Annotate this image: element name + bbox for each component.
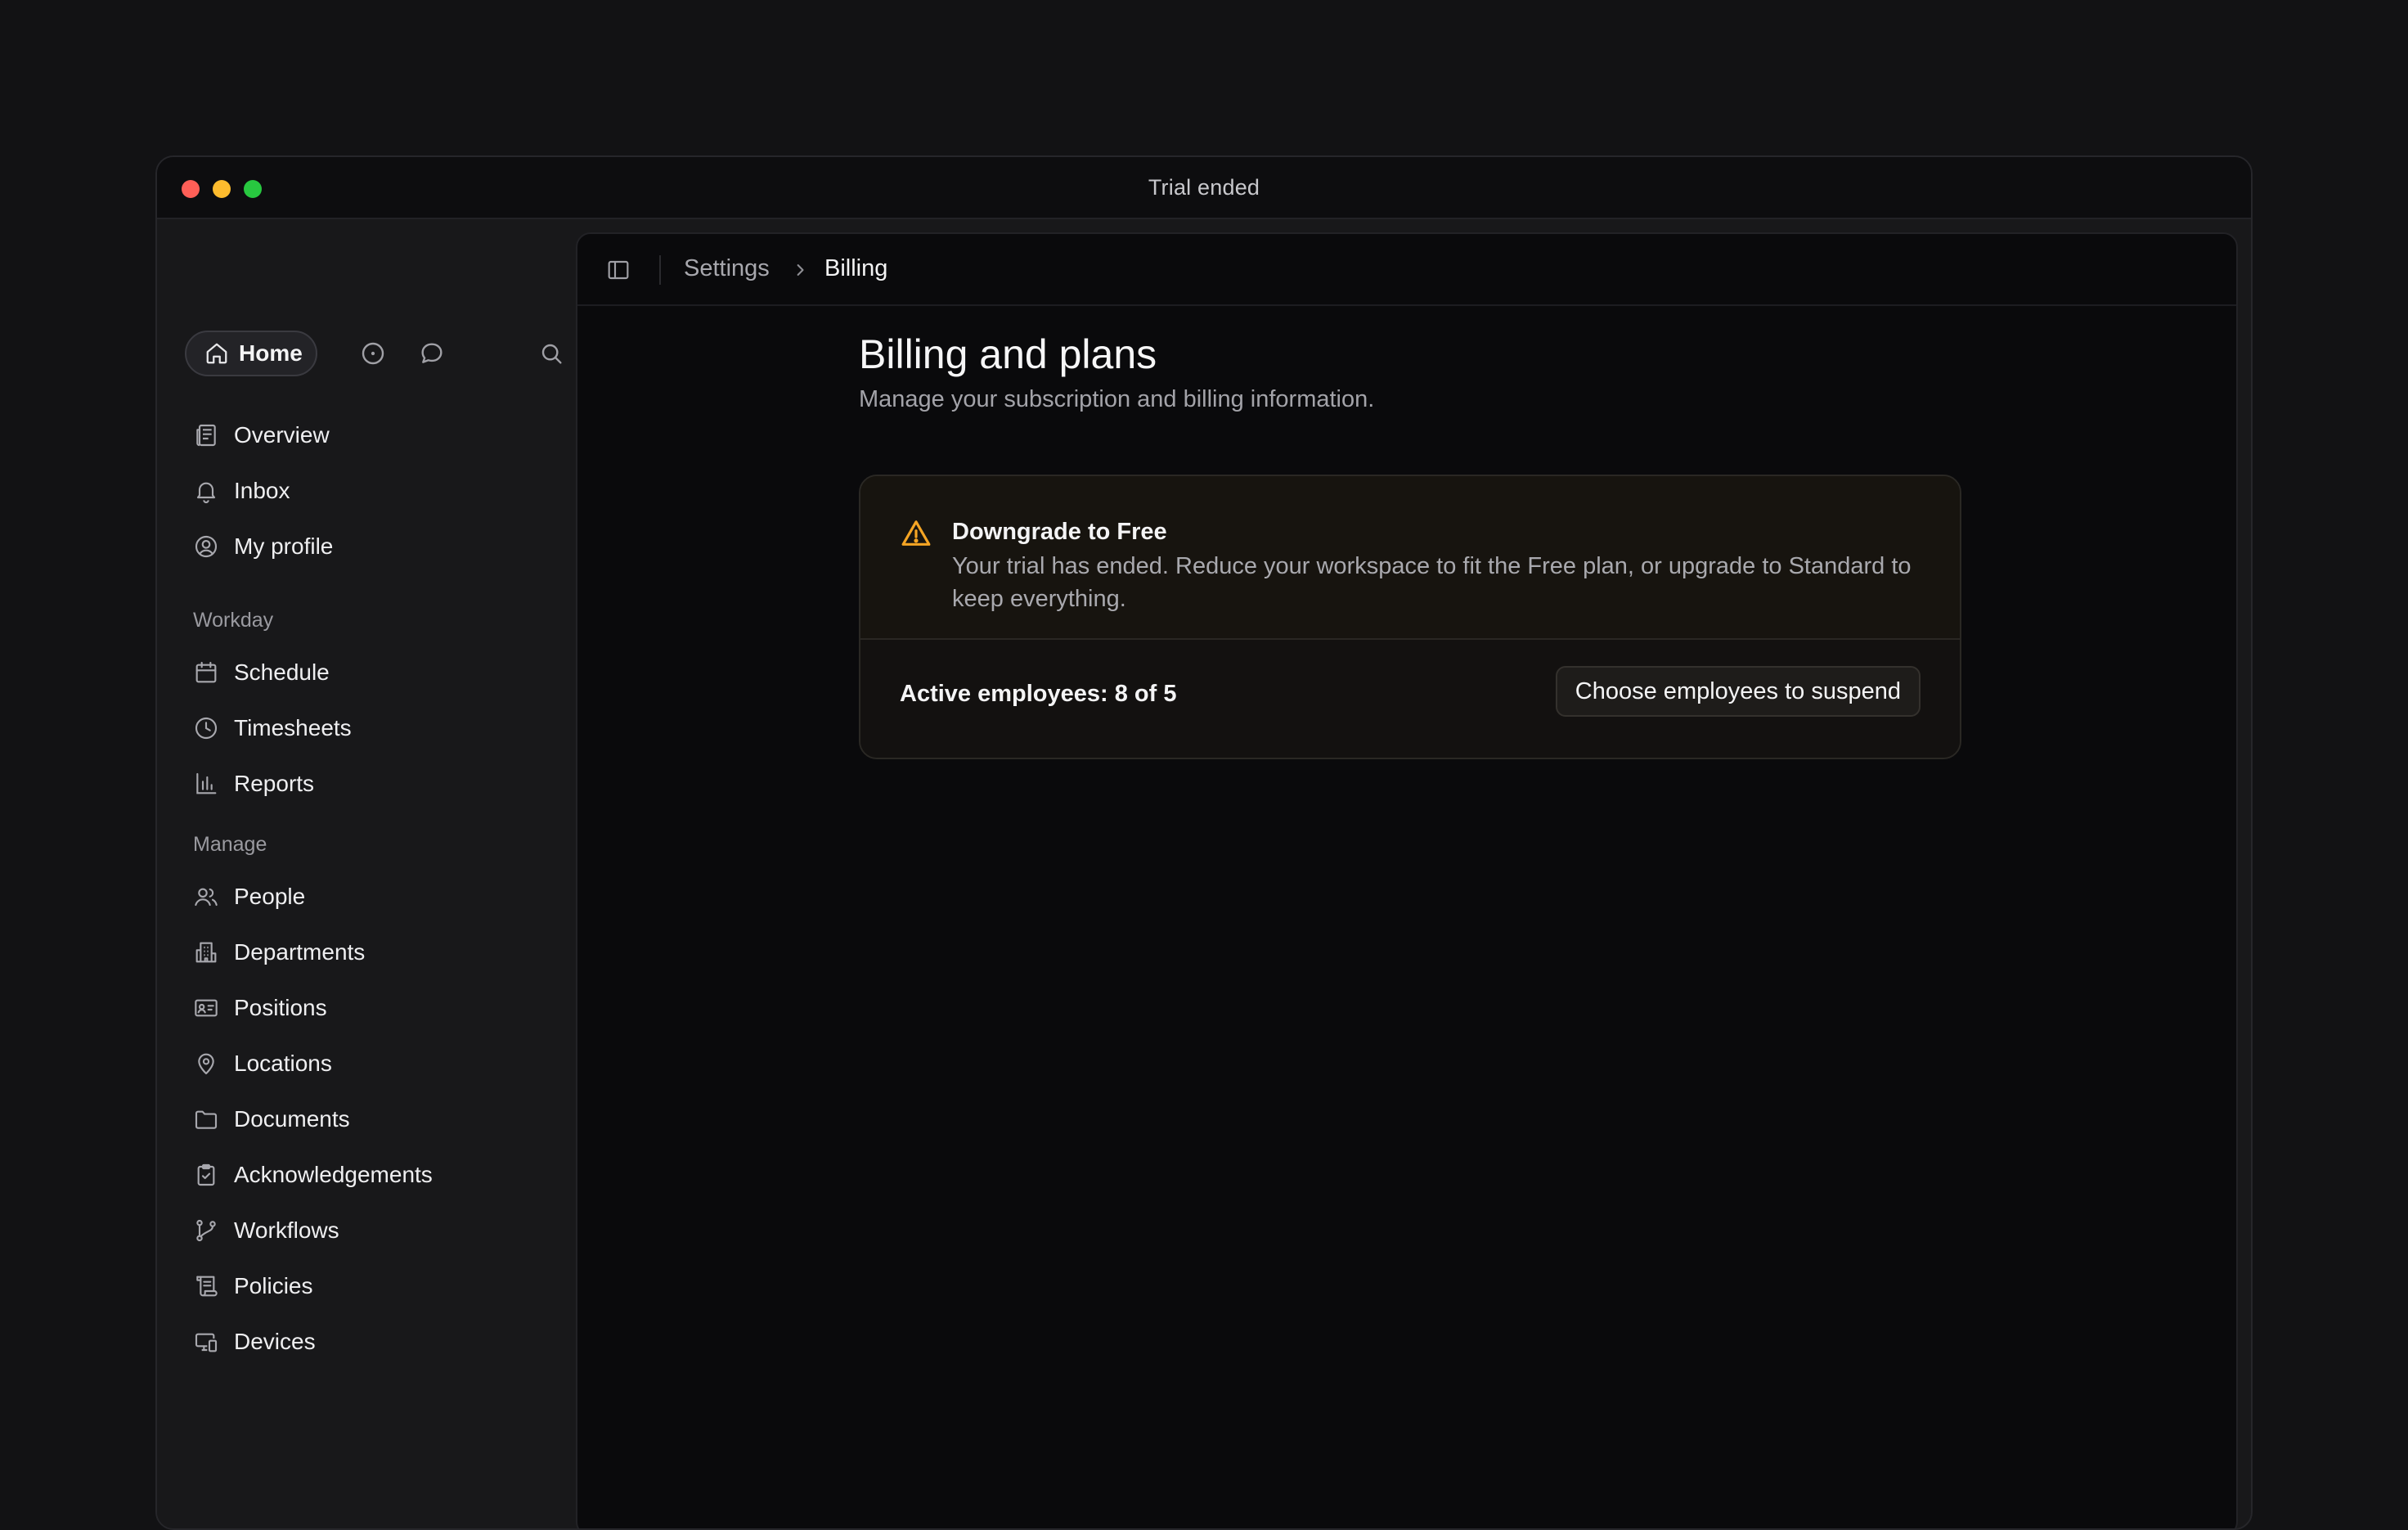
scroll-icon xyxy=(196,1276,218,1297)
sidebar-item-departments[interactable]: Departments xyxy=(193,929,545,975)
breadcrumb-billing: Billing xyxy=(824,255,888,281)
sidebar-item-label: Departments xyxy=(234,939,366,965)
sidebar-item-label: Workflows xyxy=(234,1217,339,1243)
home-label: Home xyxy=(239,340,303,366)
sidebar-item-reports[interactable]: Reports xyxy=(193,761,545,807)
status-circle-icon[interactable] xyxy=(360,340,386,367)
alert-header: Downgrade to Free Your trial has ended. … xyxy=(860,476,1960,640)
folder-icon xyxy=(195,1110,218,1129)
sidebar-item-label: My profile xyxy=(234,533,334,559)
sidebar-item-label: Acknowledgements xyxy=(234,1162,433,1187)
sidebar-item-my-profile[interactable]: My profile xyxy=(193,524,545,569)
home-icon xyxy=(206,343,227,364)
toolbar-divider xyxy=(659,255,661,285)
clock-icon xyxy=(195,717,218,740)
git-branch-icon xyxy=(196,1219,216,1242)
breadcrumb-settings[interactable]: Settings xyxy=(684,255,770,282)
id-card-icon xyxy=(195,999,218,1017)
app-window: Trial ended Home Overview Inbox My profi… xyxy=(155,155,2253,1530)
search-icon[interactable] xyxy=(538,340,564,367)
alert-footer: Active employees: 8 of 5 Choose employee… xyxy=(860,640,1960,758)
sidebar-item-label: Timesheets xyxy=(234,715,352,740)
sidebar-item-label: Overview xyxy=(234,422,330,448)
downgrade-alert-card: Downgrade to Free Your trial has ended. … xyxy=(859,475,1961,759)
user-circle-icon xyxy=(195,535,218,558)
section-label-manage: Manage xyxy=(193,833,267,856)
sidebar-item-label: Inbox xyxy=(234,478,290,503)
sidebar-toggle-icon[interactable] xyxy=(605,257,631,283)
section-label-workday: Workday xyxy=(193,609,274,632)
main-panel: Settings Billing Billing and plans Manag… xyxy=(576,232,2238,1528)
sidebar-item-overview[interactable]: Overview xyxy=(193,412,545,458)
bell-icon xyxy=(196,482,216,503)
window-title: Trial ended xyxy=(1148,175,1260,200)
sidebar-item-label: Schedule xyxy=(234,659,330,685)
overview-icon xyxy=(196,424,216,447)
sidebar-item-documents[interactable]: Documents xyxy=(193,1096,545,1142)
map-pin-icon xyxy=(198,1053,214,1075)
sidebar: Home Overview Inbox My profile Workday S… xyxy=(157,219,576,1528)
page-subtitle: Manage your subscription and billing inf… xyxy=(859,386,1375,412)
sidebar-item-label: Devices xyxy=(234,1329,316,1354)
sidebar-item-label: Documents xyxy=(234,1106,350,1132)
active-employees-count: Active employees: 8 of 5 xyxy=(900,681,1177,707)
warning-triangle-icon xyxy=(901,520,931,546)
devices-icon xyxy=(195,1333,218,1352)
chevron-right-icon xyxy=(797,264,804,276)
page-title: Billing and plans xyxy=(859,331,1157,377)
sidebar-item-label: Positions xyxy=(234,995,327,1020)
sidebar-item-policies[interactable]: Policies xyxy=(193,1263,545,1309)
sidebar-item-label: Locations xyxy=(234,1051,332,1076)
title-bar: Trial ended xyxy=(157,157,2251,219)
sidebar-item-inbox[interactable]: Inbox xyxy=(193,468,545,514)
sidebar-item-devices[interactable]: Devices xyxy=(193,1319,545,1365)
sidebar-item-label: People xyxy=(234,884,306,909)
clipboard-check-icon xyxy=(197,1163,215,1186)
sidebar-item-schedule[interactable]: Schedule xyxy=(193,650,545,695)
sidebar-item-timesheets[interactable]: Timesheets xyxy=(193,705,545,751)
quick-actions-bar: Home xyxy=(185,331,562,376)
sidebar-item-people[interactable]: People xyxy=(193,874,545,920)
calendar-icon xyxy=(195,661,217,683)
choose-employees-to-suspend-button[interactable]: Choose employees to suspend xyxy=(1555,666,1921,717)
top-bar: Settings Billing xyxy=(577,234,2236,306)
sidebar-item-positions[interactable]: Positions xyxy=(193,985,545,1031)
sidebar-item-locations[interactable]: Locations xyxy=(193,1041,545,1087)
building-icon xyxy=(195,942,217,963)
people-icon xyxy=(195,888,218,907)
alert-message: Your trial has ended. Reduce your worksp… xyxy=(952,553,1912,612)
sidebar-item-label: Policies xyxy=(234,1273,313,1298)
sidebar-item-workflows[interactable]: Workflows xyxy=(193,1208,545,1253)
bar-chart-icon xyxy=(196,772,217,794)
chat-bubble-icon[interactable] xyxy=(419,340,445,367)
sidebar-item-label: Reports xyxy=(234,771,315,796)
sidebar-item-acknowledgements[interactable]: Acknowledgements xyxy=(193,1152,545,1198)
home-button[interactable]: Home xyxy=(185,331,317,376)
alert-title: Downgrade to Free xyxy=(952,519,1167,545)
